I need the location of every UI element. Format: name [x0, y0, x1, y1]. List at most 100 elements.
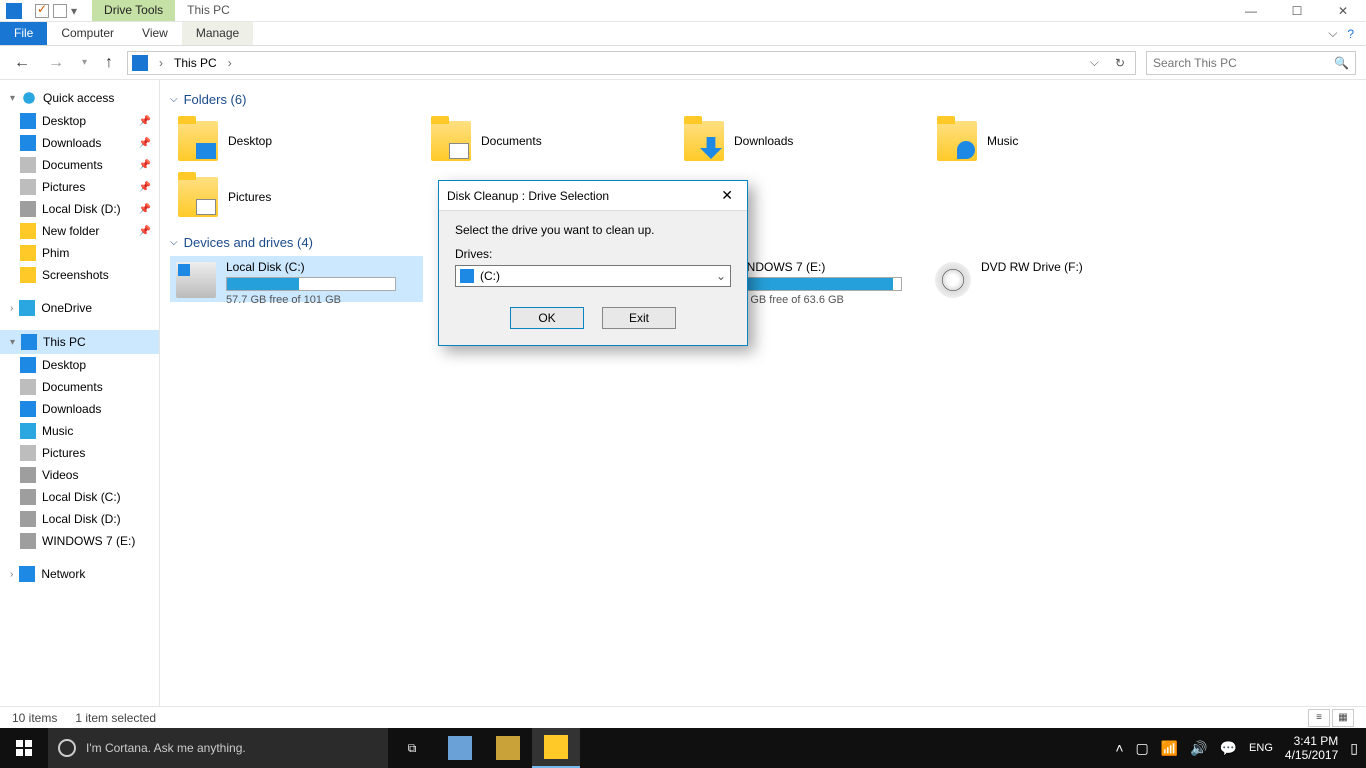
- tiles-view-button[interactable]: ▦: [1332, 709, 1354, 727]
- up-button[interactable]: ↑: [101, 54, 117, 72]
- recent-dropdown[interactable]: ▾: [78, 57, 91, 68]
- qat-newfolder-icon[interactable]: [53, 4, 67, 18]
- language-indicator[interactable]: ENG: [1249, 742, 1273, 754]
- clock[interactable]: 3:41 PM 4/15/2017: [1285, 734, 1338, 763]
- search-box[interactable]: 🔍: [1146, 51, 1356, 75]
- folder-tile[interactable]: Desktop: [170, 113, 423, 169]
- tab-view[interactable]: View: [128, 22, 182, 45]
- navigation-pane: ▾ Quick access Desktop📌Downloads📌Documen…: [0, 80, 160, 706]
- battery-icon[interactable]: ▢: [1136, 740, 1149, 757]
- close-button[interactable]: ✕: [1320, 0, 1366, 21]
- chevron-right-icon[interactable]: ›: [223, 56, 237, 70]
- sidebar-item[interactable]: Local Disk (D:) 📌: [0, 198, 159, 220]
- folder-label: Music: [987, 134, 1018, 148]
- maximize-button[interactable]: ☐: [1274, 0, 1320, 21]
- item-icon: [20, 357, 36, 373]
- volume-icon[interactable]: 🔊: [1190, 740, 1207, 757]
- qat-dropdown-icon[interactable]: ▾: [71, 4, 77, 18]
- drive-tile[interactable]: Local Disk (C:)57.7 GB free of 101 GB: [170, 256, 423, 302]
- sidebar-item[interactable]: Pictures: [0, 442, 159, 464]
- search-icon[interactable]: 🔍: [1334, 56, 1349, 70]
- back-button[interactable]: ←: [10, 54, 34, 72]
- group-folders-header[interactable]: ⌵ Folders (6): [170, 88, 1356, 113]
- refresh-button[interactable]: ↻: [1109, 56, 1131, 70]
- start-button[interactable]: [0, 728, 48, 768]
- navigation-bar: ← → ▾ ↑ › This PC › ⌵ ↻ 🔍: [0, 46, 1366, 80]
- sidebar-item[interactable]: Desktop: [0, 354, 159, 376]
- sidebar-item[interactable]: Documents: [0, 376, 159, 398]
- sidebar-label: OneDrive: [41, 301, 92, 315]
- wifi-icon[interactable]: 📶: [1161, 740, 1178, 757]
- item-icon: [20, 245, 36, 261]
- help-icon[interactable]: ?: [1347, 27, 1354, 41]
- taskbar-explorer[interactable]: [532, 728, 580, 768]
- task-view-button[interactable]: ⧉: [388, 728, 436, 768]
- sidebar-this-pc[interactable]: ▾ This PC: [0, 330, 159, 354]
- cortana-search[interactable]: I'm Cortana. Ask me anything.: [48, 728, 388, 768]
- taskbar-app[interactable]: [436, 728, 484, 768]
- dialog-close-button[interactable]: ✕: [715, 185, 739, 206]
- folder-tile[interactable]: Music: [929, 113, 1182, 169]
- sidebar-item[interactable]: Music: [0, 420, 159, 442]
- item-label: WINDOWS 7 (E:): [42, 534, 135, 548]
- forward-button[interactable]: →: [44, 54, 68, 72]
- sidebar-item[interactable]: WINDOWS 7 (E:): [0, 530, 159, 552]
- sidebar-item[interactable]: Pictures📌: [0, 176, 159, 198]
- exit-button[interactable]: Exit: [602, 307, 676, 329]
- folder-tile[interactable]: Downloads: [676, 113, 929, 169]
- breadcrumb-location[interactable]: This PC: [174, 56, 217, 70]
- ribbon-expand-icon[interactable]: ⌵: [1328, 26, 1337, 41]
- address-bar[interactable]: › This PC › ⌵ ↻: [127, 51, 1136, 75]
- sidebar-item[interactable]: Documents📌: [0, 154, 159, 176]
- taskbar-app[interactable]: [484, 728, 532, 768]
- dialog-titlebar[interactable]: Disk Cleanup : Drive Selection ✕: [439, 181, 747, 211]
- folder-tile[interactable]: Pictures: [170, 169, 423, 225]
- sidebar-item[interactable]: Screenshots: [0, 264, 159, 286]
- status-item-count: 10 items: [12, 711, 57, 725]
- drive-tile[interactable]: DVD RW Drive (F:): [929, 256, 1182, 302]
- group-drives-header[interactable]: ⌵ Devices and drives (4): [170, 231, 1356, 256]
- selected-drive: (C:): [480, 269, 500, 283]
- sidebar-item[interactable]: Downloads: [0, 398, 159, 420]
- item-label: Local Disk (D:): [42, 202, 121, 216]
- sidebar-quick-access[interactable]: ▾ Quick access: [0, 86, 159, 110]
- window-title: This PC: [175, 0, 242, 21]
- item-icon: [20, 467, 36, 483]
- tab-computer[interactable]: Computer: [47, 22, 128, 45]
- sidebar-onedrive[interactable]: › OneDrive: [0, 296, 159, 320]
- folder-icon: [178, 121, 218, 161]
- item-label: Documents: [42, 158, 103, 172]
- ok-button[interactable]: OK: [510, 307, 584, 329]
- action-center-icon[interactable]: ▯: [1350, 740, 1358, 757]
- sidebar-item[interactable]: Desktop📌: [0, 110, 159, 132]
- tab-file[interactable]: File: [0, 22, 47, 45]
- address-dropdown-icon[interactable]: ⌵: [1086, 55, 1103, 70]
- sidebar-item[interactable]: Phim: [0, 242, 159, 264]
- folder-tile[interactable]: Documents: [423, 113, 676, 169]
- minimize-button[interactable]: —: [1228, 0, 1274, 21]
- item-label: Documents: [42, 380, 103, 394]
- clock-date: 4/15/2017: [1285, 748, 1338, 762]
- qat-properties-icon[interactable]: [35, 4, 49, 18]
- dialog-buttons: OK Exit: [455, 307, 731, 329]
- drives-dropdown[interactable]: (C:) ⌄: [455, 265, 731, 287]
- sidebar-item[interactable]: Local Disk (C:): [0, 486, 159, 508]
- chevron-right-icon[interactable]: ›: [154, 56, 168, 70]
- sidebar-network[interactable]: › Network: [0, 562, 159, 586]
- drives-label: Drives:: [455, 247, 731, 261]
- sidebar-item[interactable]: Local Disk (D:): [0, 508, 159, 530]
- notifications-icon[interactable]: 💬: [1220, 740, 1237, 757]
- drive-name: DVD RW Drive (F:): [981, 260, 1176, 274]
- tab-drive-tools[interactable]: Drive Tools: [92, 0, 175, 21]
- search-input[interactable]: [1153, 56, 1334, 70]
- sidebar-item[interactable]: Downloads📌: [0, 132, 159, 154]
- tray-chevron-icon[interactable]: ˄: [1115, 740, 1123, 756]
- sidebar-item[interactable]: New folder📌: [0, 220, 159, 242]
- details-view-button[interactable]: ≡: [1308, 709, 1330, 727]
- status-bar: 10 items 1 item selected ≡ ▦: [0, 706, 1366, 728]
- tab-manage[interactable]: Manage: [182, 22, 253, 45]
- pin-icon: 📌: [139, 204, 151, 215]
- item-icon: [20, 423, 36, 439]
- main-area: ▾ Quick access Desktop📌Downloads📌Documen…: [0, 80, 1366, 706]
- sidebar-item[interactable]: Videos: [0, 464, 159, 486]
